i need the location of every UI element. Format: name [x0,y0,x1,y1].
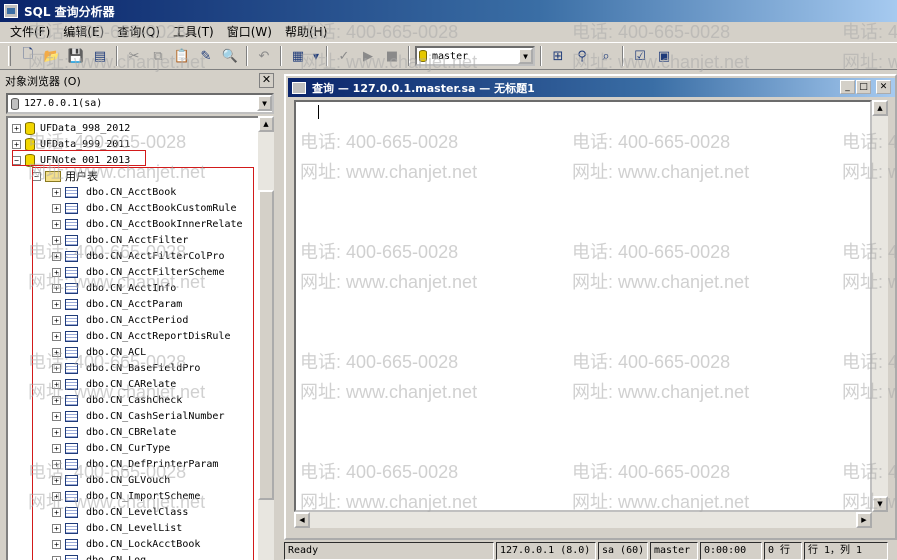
tree-database[interactable]: + UFData_998_2012 [12,120,130,136]
query-window-icon [292,81,306,94]
paste-icon[interactable]: 📋 [171,45,193,67]
object-browser-header: 对象浏览器 (O) ✕ [0,72,276,90]
copy-icon[interactable]: ⧉ [147,45,169,67]
chevron-down-icon[interactable]: ▼ [257,95,272,111]
parse-query-icon[interactable]: ✓ [333,45,355,67]
status-row-count: 0 行 [764,542,802,560]
scroll-up-icon[interactable]: ▲ [872,100,888,116]
toolbar: 🗋 📂 💾 ▤ ✂ ⧉ 📋 ✎ 🔍 ↶ ▦ ▼ ✓ ▶ ■ master ▼ ⊞… [0,42,897,70]
close-icon[interactable]: ✕ [876,80,891,94]
show-results-pane-icon[interactable]: ▣ [653,45,675,67]
database-icon [25,137,35,151]
clear-window-icon[interactable]: ✎ [195,45,217,67]
status-database: master [650,542,698,560]
query-window-title-bar[interactable]: 查询 — 127.0.0.1.master.sa — 无标题1 _ □ ✕ [288,78,895,97]
server-icon [11,97,19,110]
toolbar-separator [280,46,282,66]
editor-vertical-scrollbar[interactable]: ▲ ▼ [872,100,888,512]
current-connection-properties-icon[interactable]: ☑ [629,45,651,67]
close-icon[interactable]: ✕ [259,73,274,88]
app-icon [4,4,18,18]
chevron-down-icon[interactable]: ▼ [518,48,533,64]
scroll-left-icon[interactable]: ◀ [294,512,310,528]
database-icon [419,50,427,62]
menu-window[interactable]: 窗口(W) [223,22,281,42]
server-select[interactable]: 127.0.0.1(sa) ▼ [6,93,274,114]
object-tree-scrollbar[interactable]: ▲ [258,116,274,560]
editor-horizontal-scrollbar[interactable]: ◀ ▶ [294,512,872,528]
status-bar: Ready 127.0.0.1 (8.0) sa (60) master 0:0… [284,542,897,560]
object-search-icon[interactable]: ⚲ [571,45,593,67]
server-select-value: 127.0.0.1(sa) [24,98,103,109]
database-select-value: master [432,50,469,62]
app-title: SQL 查询分析器 [24,4,115,19]
database-select[interactable]: master ▼ [415,46,535,66]
expand-icon[interactable]: + [12,139,21,149]
menu-help[interactable]: 帮助(H) [281,22,336,42]
expand-icon[interactable]: + [12,123,21,133]
toolbar-separator [116,46,118,66]
new-query-icon[interactable]: 🗋 [17,45,39,67]
minimize-icon[interactable]: _ [840,80,855,94]
execute-query-icon[interactable]: ▶ [357,45,379,67]
find-icon[interactable]: 🔍 [219,45,241,67]
status-elapsed-time: 0:00:00 [700,542,762,560]
object-browser-title: 对象浏览器 (O) [5,75,81,88]
results-mode-dropdown-icon[interactable]: ▼ [311,45,321,67]
scroll-up-icon[interactable]: ▲ [258,116,274,132]
highlight-box-tables [32,167,254,560]
cancel-query-icon[interactable]: ■ [381,45,403,67]
object-browser-icon[interactable]: ⊞ [547,45,569,67]
menu-edit[interactable]: 编辑(E) [59,22,113,42]
cut-icon[interactable]: ✂ [123,45,145,67]
undo-icon[interactable]: ↶ [253,45,275,67]
query-window-title: 查询 — 127.0.0.1.master.sa — 无标题1 [312,81,535,95]
status-server: 127.0.0.1 (8.0) [496,542,596,560]
results-mode-icon[interactable]: ▦ [287,45,309,67]
highlight-box-database [12,150,146,166]
scroll-right-icon[interactable]: ▶ [856,512,872,528]
toolbar-separator [408,46,410,66]
toolbar-separator [246,46,248,66]
status-ready: Ready [284,542,494,560]
scroll-thumb[interactable] [258,190,274,500]
save-icon[interactable]: 💾 [65,45,87,67]
query-window: 查询 — 127.0.0.1.master.sa — 无标题1 _ □ ✕ ▲ … [284,74,897,540]
app-title-bar[interactable]: SQL 查询分析器 [0,0,897,22]
menu-bar: 文件(F) 编辑(E) 查询(Q) 工具(T) 窗口(W) 帮助(H) [0,22,897,42]
toolbar-separator [622,46,624,66]
toolbar-separator [326,46,328,66]
show-execution-plan-icon[interactable]: ⌕ [595,45,617,67]
insert-template-icon[interactable]: ▤ [89,45,111,67]
maximize-icon[interactable]: □ [856,80,871,94]
query-editor[interactable] [294,100,872,512]
toolbar-grip[interactable] [8,46,11,66]
menu-file[interactable]: 文件(F) [6,22,59,42]
toolbar-separator [540,46,542,66]
status-cursor-position: 行 1，列 1 [804,542,888,560]
status-user: sa (60) [598,542,648,560]
open-folder-icon[interactable]: 📂 [41,45,63,67]
scroll-down-icon[interactable]: ▼ [872,496,888,512]
database-icon [25,121,35,135]
menu-tools[interactable]: 工具(T) [169,22,223,42]
object-tree: + UFData_998_2012 + UFData_999_2011 − UF… [6,116,258,560]
menu-query[interactable]: 查询(Q) [113,22,169,42]
text-caret [318,105,319,119]
